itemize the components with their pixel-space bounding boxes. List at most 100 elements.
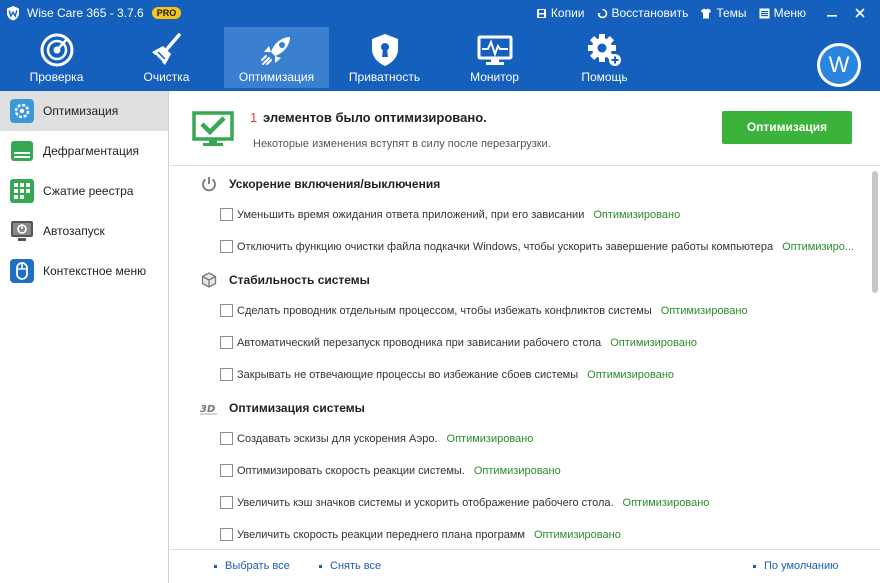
sidebar-item-registry[interactable]: Сжатие реестра	[0, 171, 168, 211]
list-item: Создавать эскизы для ускорения Аэро. Опт…	[220, 432, 533, 445]
section-title: Ускорение включения/выключения	[229, 177, 441, 191]
sidebar-item-label: Оптимизация	[43, 104, 119, 118]
select-all-label: Выбрать все	[225, 560, 290, 572]
option-text: Сделать проводник отдельным процессом, ч…	[237, 304, 652, 317]
themes-label: Темы	[716, 6, 747, 20]
option-checkbox[interactable]	[220, 208, 233, 221]
status-label: Оптимизировано	[473, 464, 561, 477]
status-label: Оптимизировано	[622, 496, 710, 509]
window-controls	[818, 0, 874, 26]
svg-text:3D: 3D	[200, 404, 215, 415]
section-header-startup-shutdown: Ускорение включения/выключения	[200, 175, 440, 193]
tab-cleanup[interactable]: Очистка	[114, 27, 219, 88]
deselect-all-label: Снять все	[330, 560, 382, 572]
app-logo-icon	[7, 6, 19, 21]
context-menu-icon	[10, 259, 34, 283]
title-bar: Wise Care 365 - 3.7.6 PRO Копии Восстано…	[0, 0, 880, 26]
avatar-letter: W	[820, 46, 858, 84]
default-label: По умолчанию	[764, 560, 839, 572]
list-item: Увеличить кэш значков системы и ускорить…	[220, 496, 709, 509]
status-banner: 1 элементов было оптимизировано. Некотор…	[170, 91, 880, 166]
main-nav: Проверка Очистка Оптимизация Приватность…	[0, 26, 880, 91]
banner-note: Некоторые изменения вступят в силу после…	[253, 138, 551, 150]
broom-icon	[151, 33, 181, 65]
sidebar-item-startup[interactable]: Автозапуск	[0, 211, 168, 251]
pro-badge: PRO	[151, 7, 182, 19]
option-checkbox[interactable]	[220, 368, 233, 381]
avatar[interactable]: W	[817, 43, 861, 87]
option-checkbox[interactable]	[220, 336, 233, 349]
close-icon	[855, 8, 865, 18]
close-button[interactable]	[846, 0, 874, 26]
default-link[interactable]: По умолчанию	[753, 560, 838, 572]
menu-button[interactable]: Меню	[759, 6, 806, 20]
section-title: Оптимизация системы	[229, 401, 365, 415]
power-icon	[202, 177, 216, 192]
sidebar-item-optimization[interactable]: Оптимизация	[0, 91, 168, 131]
list-item: Сделать проводник отдельным процессом, ч…	[220, 304, 748, 317]
startup-icon	[11, 221, 33, 241]
scrollbar-thumb[interactable]	[872, 171, 878, 293]
option-checkbox[interactable]	[220, 496, 233, 509]
list-item: Закрывать не отвечающие процессы во избе…	[220, 368, 674, 381]
option-text: Автоматический перезапуск проводника при…	[237, 336, 602, 349]
backup-icon	[536, 8, 546, 18]
tab-privacy[interactable]: Приватность	[332, 27, 437, 88]
minimize-button[interactable]	[818, 0, 846, 26]
shield-lock-icon	[371, 34, 398, 66]
themes-button[interactable]: Темы	[700, 6, 747, 20]
restore-button[interactable]: Восстановить	[596, 6, 689, 20]
defrag-icon	[11, 141, 33, 161]
sidebar-item-context-menu[interactable]: Контекстное меню	[0, 251, 168, 291]
option-checkbox[interactable]	[220, 528, 233, 541]
option-checkbox[interactable]	[220, 432, 233, 445]
minimize-icon	[827, 15, 837, 17]
sidebar-item-label: Сжатие реестра	[43, 184, 134, 198]
app-title: Wise Care 365 - 3.7.6	[27, 6, 144, 20]
3d-icon: 3D	[200, 404, 217, 415]
restore-icon	[596, 8, 607, 18]
option-checkbox[interactable]	[220, 240, 233, 253]
tab-optimization-label: Оптимизация	[238, 70, 315, 84]
footer: Выбрать все Снять все По умолчанию	[170, 549, 880, 583]
optimization-list: Ускорение включения/выключения Уменьшить…	[170, 167, 870, 549]
restore-label: Восстановить	[611, 6, 689, 20]
list-item: Оптимизировать скорость реакции системы.…	[220, 464, 561, 477]
tab-monitor[interactable]: Монитор	[442, 27, 547, 88]
option-checkbox[interactable]	[220, 464, 233, 477]
tab-cleanup-label: Очистка	[143, 70, 190, 84]
tab-check[interactable]: Проверка	[4, 27, 109, 88]
list-item: Отключить функцию очистки файла подкачки…	[220, 240, 854, 253]
monitor-check-icon	[192, 111, 234, 146]
list-scrollbar[interactable]	[870, 167, 880, 549]
radar-icon	[40, 33, 73, 67]
list-item: Автоматический перезапуск проводника при…	[220, 336, 697, 349]
option-text: Закрывать не отвечающие процессы во избе…	[237, 368, 579, 381]
status-label: Оптимизиро...	[782, 240, 855, 253]
option-checkbox[interactable]	[220, 304, 233, 317]
tab-help[interactable]: Помощь	[552, 27, 657, 88]
deselect-all-link[interactable]: Снять все	[319, 560, 381, 572]
section-title: Стабильность системы	[229, 273, 370, 287]
option-text: Оптимизировать скорость реакции системы.	[237, 464, 465, 477]
gear-optimize-icon	[10, 99, 34, 123]
tab-optimization[interactable]: Оптимизация	[224, 27, 329, 88]
bullet-icon	[319, 564, 322, 568]
sidebar-item-label: Автозапуск	[43, 224, 105, 238]
shirt-icon	[701, 8, 712, 18]
app-window: Wise Care 365 - 3.7.6 PRO Копии Восстано…	[0, 0, 880, 583]
sidebar-item-defrag[interactable]: Дефрагментация	[0, 131, 168, 171]
optimize-button[interactable]: Оптимизация	[722, 111, 852, 144]
menu-icon	[759, 8, 770, 18]
option-text: Увеличить кэш значков системы и ускорить…	[237, 496, 614, 509]
backup-button[interactable]: Копии	[536, 6, 585, 20]
status-label: Оптимизировано	[587, 368, 675, 381]
select-all-link[interactable]: Выбрать все	[214, 560, 290, 572]
tab-monitor-label: Монитор	[470, 70, 519, 84]
sidebar-item-label: Контекстное меню	[43, 264, 147, 278]
option-text: Уменьшить время ожидания ответа приложен…	[237, 208, 585, 221]
option-text: Увеличить скорость реакции переднего пла…	[237, 528, 525, 541]
list-item: Увеличить скорость реакции переднего пла…	[220, 528, 621, 541]
rocket-icon	[260, 37, 290, 65]
section-header-stability: Стабильность системы	[200, 271, 370, 289]
